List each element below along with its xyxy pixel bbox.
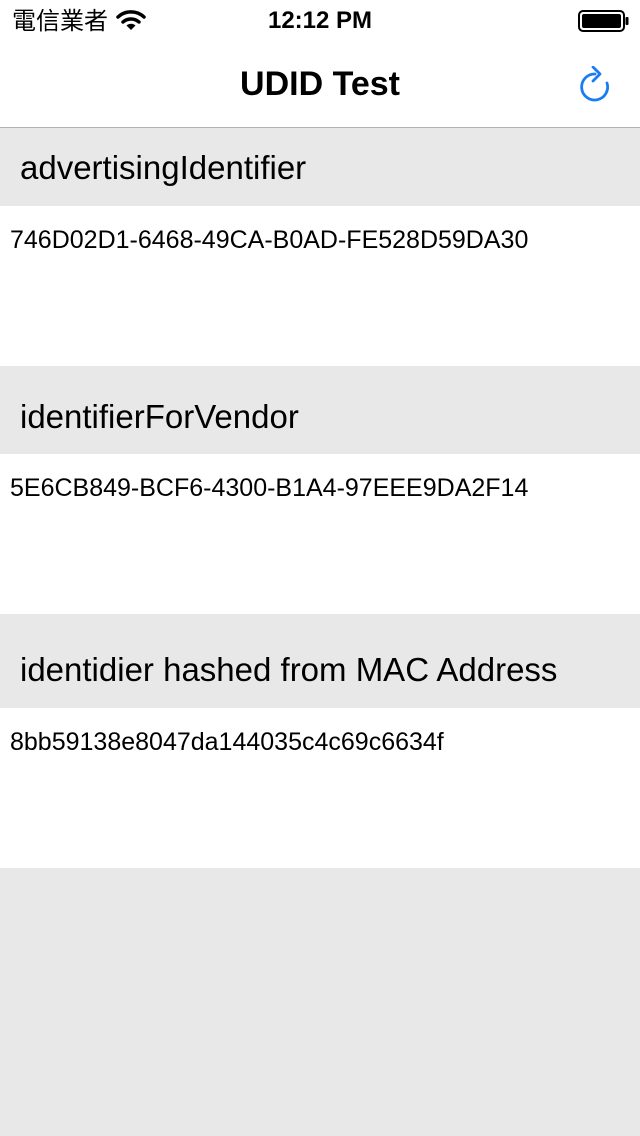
refresh-icon [580, 66, 609, 102]
section-value-advertising-identifier: 746D02D1-6468-49CA-B0AD-FE528D59DA30 [0, 206, 640, 366]
status-bar: 電信業者 12:12 PM [0, 0, 640, 40]
section-value-mac-hash-identifier: 8bb59138e8047da144035c4c69c6634f [0, 708, 640, 868]
section-header-mac-hash-identifier: identidier hashed from MAC Address [0, 614, 640, 708]
battery-full-icon [578, 10, 629, 32]
page-title: UDID Test [240, 65, 400, 103]
refresh-button[interactable] [570, 60, 620, 110]
section-header-identifier-for-vendor: identifierForVendor [0, 366, 640, 454]
navigation-bar: UDID Test [0, 40, 640, 128]
section-header-advertising-identifier: advertisingIdentifier [0, 129, 640, 206]
status-time: 12:12 PM [267, 7, 373, 34]
section-value-identifier-for-vendor: 5E6CB849-BCF6-4300-B1A4-97EEE9DA2F14 [0, 454, 640, 614]
